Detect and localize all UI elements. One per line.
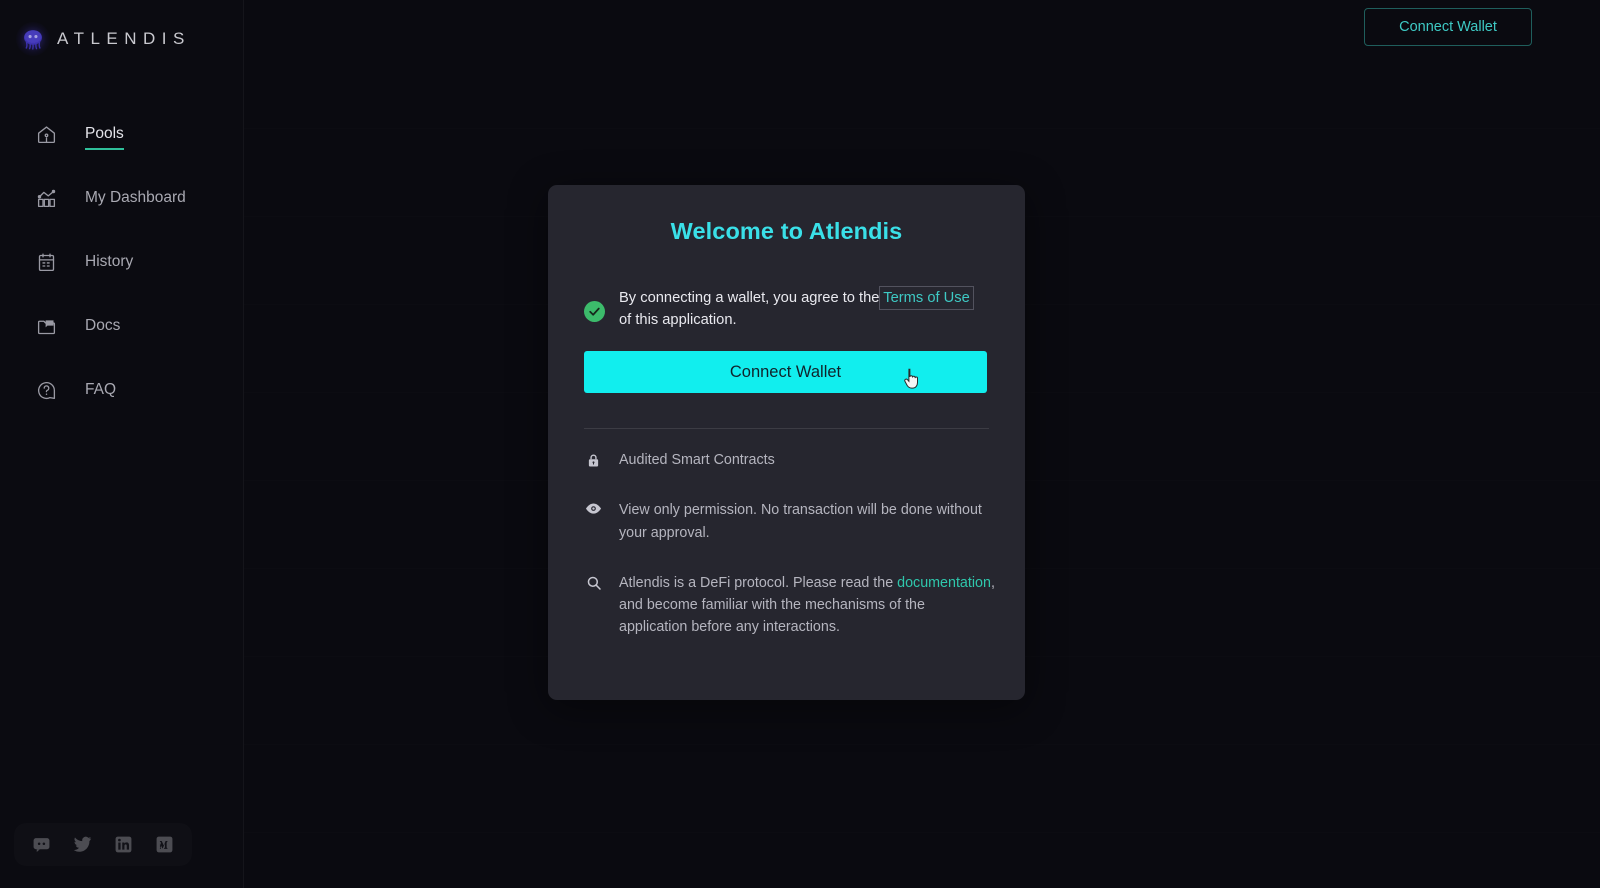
sidebar: ATLENDIS Pools My Dashboard History Docs… (0, 0, 244, 888)
sidebar-nav: Pools My Dashboard History Docs FAQ (0, 102, 243, 422)
feature-text: View only permission. No transaction wil… (619, 499, 997, 544)
chart-bar-icon (36, 188, 57, 209)
twitter-icon[interactable] (73, 835, 92, 854)
sidebar-item-history[interactable]: History (0, 230, 243, 294)
brand-name: ATLENDIS (57, 29, 191, 48)
social-links (14, 823, 192, 866)
feature-item: Atlendis is a DeFi protocol. Please read… (584, 572, 997, 639)
sidebar-item-label: Docs (85, 317, 121, 334)
app-root: ATLENDIS Pools My Dashboard History Docs… (0, 0, 1600, 888)
terms-agreement-text: By connecting a wallet, you agree to the… (619, 286, 985, 331)
folder-docs-icon (36, 316, 57, 337)
home-icon (36, 124, 57, 145)
feature-text-before: Audited Smart Contracts (619, 452, 775, 468)
feature-text-before: Atlendis is a DeFi protocol. Please read… (619, 574, 898, 591)
modal-divider (584, 428, 989, 429)
terms-agreement-row: By connecting a wallet, you agree to the… (548, 245, 1025, 331)
connect-wallet-topbar-button[interactable]: Connect Wallet (1364, 8, 1532, 46)
modal-features: Audited Smart Contracts View only permis… (584, 449, 997, 667)
search-icon (584, 572, 603, 639)
sidebar-item-my-dashboard[interactable]: My Dashboard (0, 166, 243, 230)
connect-wallet-button[interactable]: Connect Wallet (584, 351, 987, 393)
question-circle-icon (36, 380, 57, 401)
terms-text-after: of this application. (619, 311, 737, 328)
brand[interactable]: ATLENDIS (0, 0, 243, 56)
feature-item: Audited Smart Contracts (584, 449, 997, 471)
feature-text: Atlendis is a DeFi protocol. Please read… (619, 572, 997, 639)
discord-icon[interactable] (32, 835, 51, 854)
lock-icon (584, 449, 603, 471)
welcome-modal: Welcome to Atlendis By connecting a wall… (548, 185, 1025, 700)
medium-icon[interactable] (155, 835, 174, 854)
sidebar-item-faq[interactable]: FAQ (0, 358, 243, 422)
check-circle-icon (584, 301, 605, 322)
calendar-icon (36, 252, 57, 273)
sidebar-item-label: FAQ (85, 381, 117, 398)
feature-item: View only permission. No transaction wil… (584, 499, 997, 544)
jellyfish-logo-icon (16, 22, 50, 56)
feature-text: Audited Smart Contracts (619, 449, 775, 471)
eye-icon (584, 499, 603, 544)
terms-of-use-link[interactable]: Terms of Use (879, 286, 974, 310)
feature-text-before: View only permission. No transaction wil… (619, 502, 982, 541)
sidebar-item-label: History (85, 253, 134, 270)
modal-title: Welcome to Atlendis (670, 218, 903, 244)
topbar: Connect Wallet (244, 0, 1600, 56)
documentation-link[interactable]: documentation (897, 575, 991, 591)
terms-text-before: By connecting a wallet, you agree to the (619, 290, 884, 306)
sidebar-item-label: My Dashboard (85, 189, 186, 206)
sidebar-item-pools[interactable]: Pools (0, 102, 243, 166)
sidebar-item-docs[interactable]: Docs (0, 294, 243, 358)
sidebar-item-label: Pools (85, 125, 124, 150)
linkedin-icon[interactable] (114, 835, 133, 854)
